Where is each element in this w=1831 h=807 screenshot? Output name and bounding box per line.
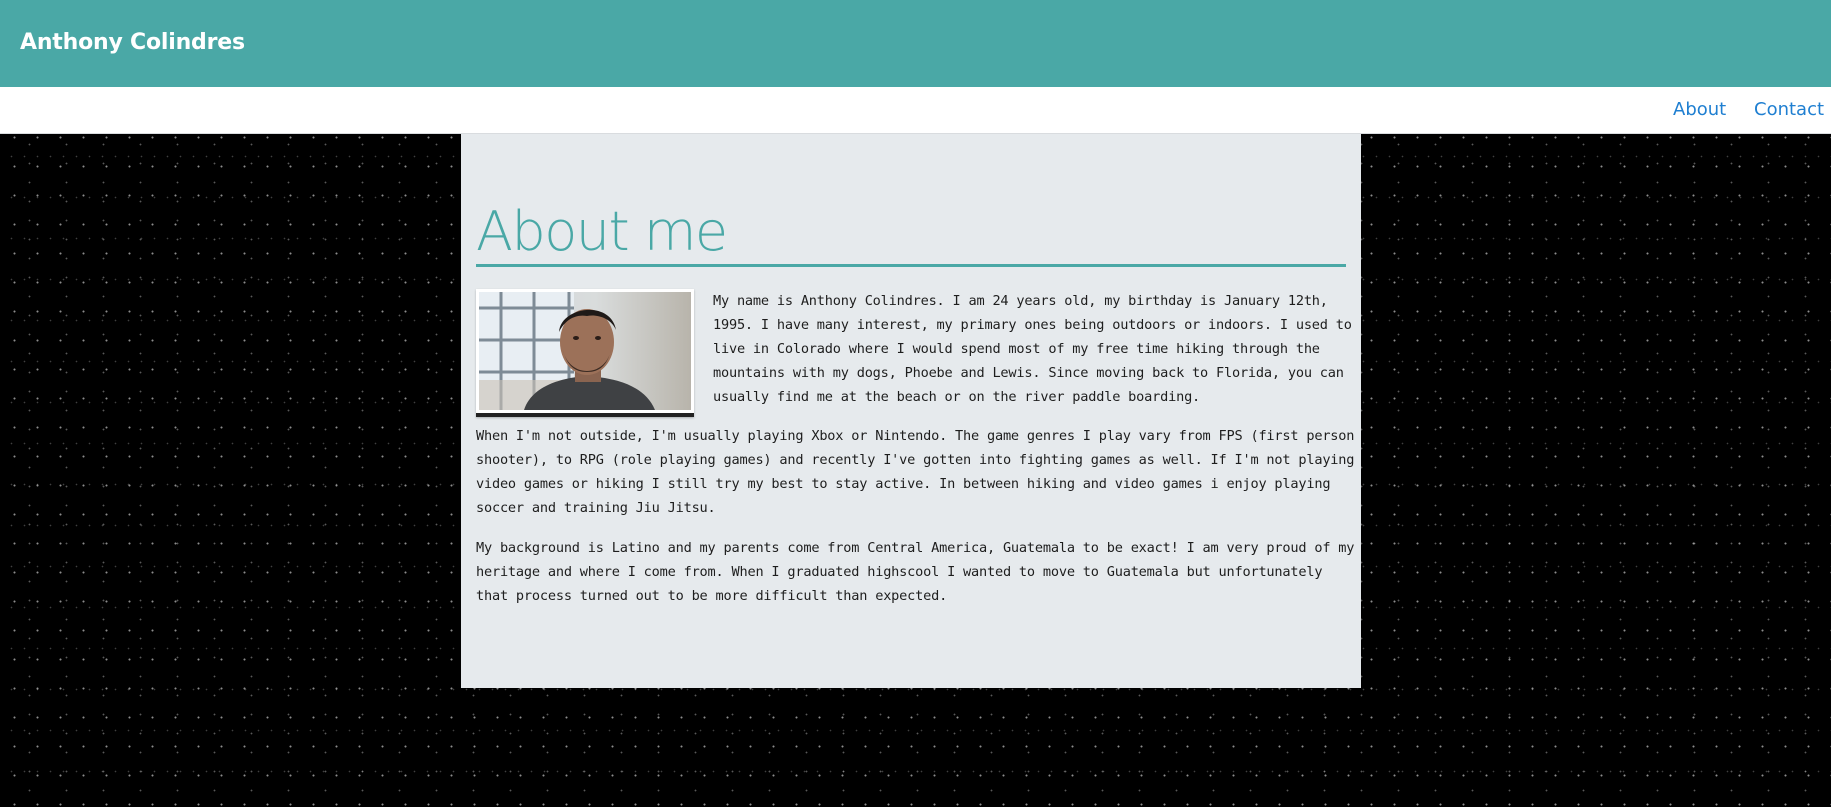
about-paragraph-intro: My name is Anthony Colindres. I am 24 ye… [713, 293, 1352, 405]
nav-link-contact[interactable]: Contact [1754, 99, 1824, 121]
about-paragraph-background: My background is Latino and my parents c… [476, 540, 1355, 604]
about-paragraph-hobbies: When I'm not outside, I'm usually playin… [476, 428, 1355, 516]
site-header: Anthony Colindres [0, 0, 1831, 87]
nav-bar: About Contact [0, 87, 1831, 134]
profile-photo-image [479, 292, 691, 410]
profile-photo [476, 289, 694, 417]
about-content-panel: About me My name is Anthony Colindres. I… [461, 134, 1361, 688]
site-title: Anthony Colindres [20, 30, 245, 55]
page-title: About me [476, 202, 1346, 267]
nav-link-about[interactable]: About [1673, 99, 1726, 121]
